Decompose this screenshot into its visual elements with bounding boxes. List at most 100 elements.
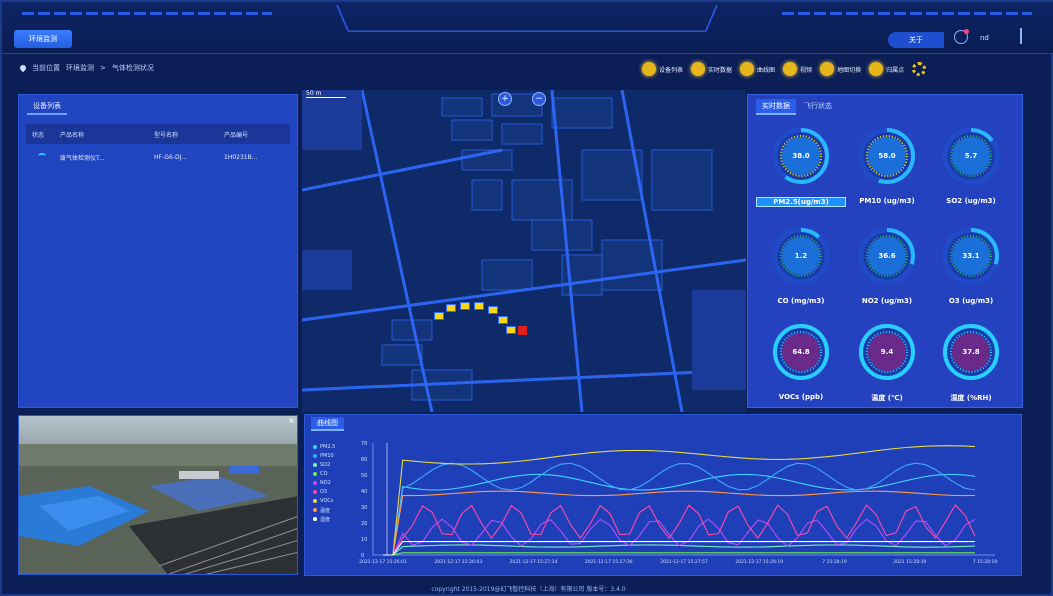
- serial-cell: 1H0231B...: [224, 153, 258, 161]
- breadcrumb-prefix: 当前位置: [32, 64, 60, 72]
- current-position-icon[interactable]: [518, 326, 527, 335]
- gauge-7: 9.4: [856, 321, 918, 383]
- gauge-4: 36.6: [856, 225, 918, 287]
- video-icon: [783, 62, 798, 76]
- tool-label: 设备列表: [659, 66, 684, 74]
- device-list-icon: [642, 62, 656, 76]
- table-row[interactable]: 废气体检测仪T... HF-G6-DJ... 1H0231B...: [26, 148, 290, 166]
- user-name[interactable]: nd: [980, 34, 989, 42]
- map-canvas: [302, 90, 746, 412]
- gear-icon[interactable]: [912, 62, 927, 76]
- tool-home-point[interactable]: 归属点: [869, 62, 904, 76]
- gauge-label: SO2 (ug/m3): [946, 197, 996, 205]
- footer-copyright: copyright 2015-2019@幻飞智控科技（上海）有限公司 版本号：3…: [431, 586, 626, 593]
- column-header: 型号名称: [154, 131, 179, 139]
- x-tick-label: 7 15:28:19: [973, 559, 998, 565]
- gauge-value: 5.7: [952, 137, 990, 175]
- home-point-icon: [869, 62, 884, 76]
- curve-chart: 70 60 50 40 30 20 10 02021-12-17 15:26:01 2021-1…: [359, 441, 998, 565]
- tab-flight-status[interactable]: 飞行状态: [804, 99, 832, 115]
- about-button[interactable]: 关于: [888, 32, 944, 48]
- y-tick-label: 0: [361, 553, 364, 559]
- map-switch-icon: [820, 62, 835, 76]
- gauge-value: 33.1: [952, 237, 990, 275]
- tool-label: 归属点: [886, 66, 905, 74]
- tab-realtime[interactable]: 实时数据: [756, 99, 796, 115]
- track-point-marker[interactable]: [446, 304, 456, 312]
- track-point-marker[interactable]: [434, 312, 444, 320]
- gauge-value: 9.4: [868, 333, 906, 371]
- gauge-label: NO2 (ug/m3): [861, 297, 913, 305]
- tool-device-list[interactable]: 设备列表: [642, 62, 683, 76]
- gauge-label: CO (mg/m3): [777, 297, 825, 305]
- gauge-label[interactable]: PM2.5(ug/m3): [756, 197, 846, 207]
- track-point-marker[interactable]: [506, 326, 516, 334]
- x-tick-label: 2021-12-17 15:27:14: [510, 559, 558, 565]
- tool-label: 曲线图: [757, 66, 776, 74]
- gauge-label: 湿度 (%RH): [950, 394, 992, 402]
- module-tab[interactable]: 环境监测: [14, 30, 72, 48]
- gauge-6: 64.8: [770, 321, 832, 383]
- x-tick-label: 2021-12-17 15:27:57: [660, 559, 708, 565]
- app-frame: 环境监测 关于 nd 当前位置 环境监测 > 气体检测状况 设备列表 实时数据 …: [0, 0, 1053, 596]
- breadcrumb-level1[interactable]: 环境监测: [66, 63, 94, 73]
- model-cell: HF-G6-DJ...: [154, 153, 188, 161]
- x-tick-label: 2021 15:28:19: [893, 559, 926, 565]
- x-tick-label: 2021-12-17 15:26:03: [434, 559, 482, 565]
- header-decoration-left: [22, 12, 272, 15]
- tool-label: 实时数据: [708, 66, 733, 74]
- device-table-header: 状态 产品名称 型号名称 产品编号: [26, 124, 290, 144]
- location-pin-icon: [18, 63, 28, 73]
- y-tick-label: 60: [361, 457, 367, 463]
- device-list-tab[interactable]: 设备列表: [27, 99, 67, 115]
- y-tick-label: 50: [361, 473, 367, 479]
- gauge-label: VOCs (ppb): [778, 393, 824, 401]
- close-icon[interactable]: ×: [288, 416, 295, 425]
- gauge-1: 58.0: [856, 125, 918, 187]
- gauge-label: PM10 (ug/m3): [859, 197, 915, 205]
- tool-video[interactable]: 视频: [783, 62, 812, 76]
- gauge-2: 5.7: [940, 125, 1002, 187]
- y-tick-label: 10: [361, 537, 367, 543]
- breadcrumb: 当前位置 环境监测 > 气体检测状况: [18, 63, 154, 73]
- realtime-tabs: 实时数据 飞行状态: [756, 99, 832, 115]
- gauge-value: 38.0: [782, 137, 820, 175]
- tool-label: 地图切换: [837, 66, 862, 74]
- name-cell: 废气体检测仪T...: [60, 154, 105, 162]
- track-point-marker[interactable]: [488, 306, 498, 314]
- series-line: [383, 445, 976, 556]
- logout-icon[interactable]: [1020, 28, 1022, 44]
- breadcrumb-separator: >: [100, 64, 106, 72]
- curve-icon: [740, 62, 755, 76]
- realtime-panel: 实时数据 飞行状态 38.0 PM2.5(ug/m3) 58.0 PM10 (ug/m…: [747, 94, 1023, 408]
- x-tick-label: 2021-12-17 15:28:19: [735, 559, 783, 565]
- tool-realtime[interactable]: 实时数据: [691, 62, 732, 76]
- gauge-3: 1.2: [770, 225, 832, 287]
- toolbar: 设备列表 实时数据 曲线图 视频 地图切换 归属点: [642, 62, 927, 76]
- notification-dot: [964, 29, 969, 34]
- gauge-value: 58.0: [868, 137, 906, 175]
- series-line: [383, 473, 976, 556]
- track-point-marker[interactable]: [460, 302, 470, 310]
- map-view[interactable]: + −: [302, 90, 746, 412]
- tool-curve[interactable]: 曲线图: [740, 62, 775, 76]
- track-point-marker[interactable]: [498, 316, 508, 324]
- tool-label: 视频: [800, 66, 813, 74]
- column-header: 状态: [32, 131, 45, 139]
- gauge-label: 温度 (℃): [871, 394, 903, 402]
- header-decoration-right: [782, 12, 1032, 15]
- gauge-label: O3 (ug/m3): [948, 297, 994, 305]
- video-feed[interactable]: [18, 415, 298, 575]
- zoom-out-button[interactable]: −: [532, 92, 546, 106]
- map-scale: 50 m: [306, 90, 346, 98]
- tool-map-switch[interactable]: 地图切换: [820, 62, 861, 76]
- track-point-marker[interactable]: [474, 302, 484, 310]
- y-tick-label: 40: [361, 489, 367, 495]
- column-header: 产品编号: [224, 131, 249, 139]
- series-line: [383, 518, 976, 556]
- gauge-5: 33.1: [940, 225, 1002, 287]
- aerial-video-image: [19, 416, 297, 574]
- top-bar: 环境监测 关于 nd: [2, 2, 1053, 54]
- zoom-in-button[interactable]: +: [498, 92, 512, 106]
- y-tick-label: 20: [361, 521, 367, 527]
